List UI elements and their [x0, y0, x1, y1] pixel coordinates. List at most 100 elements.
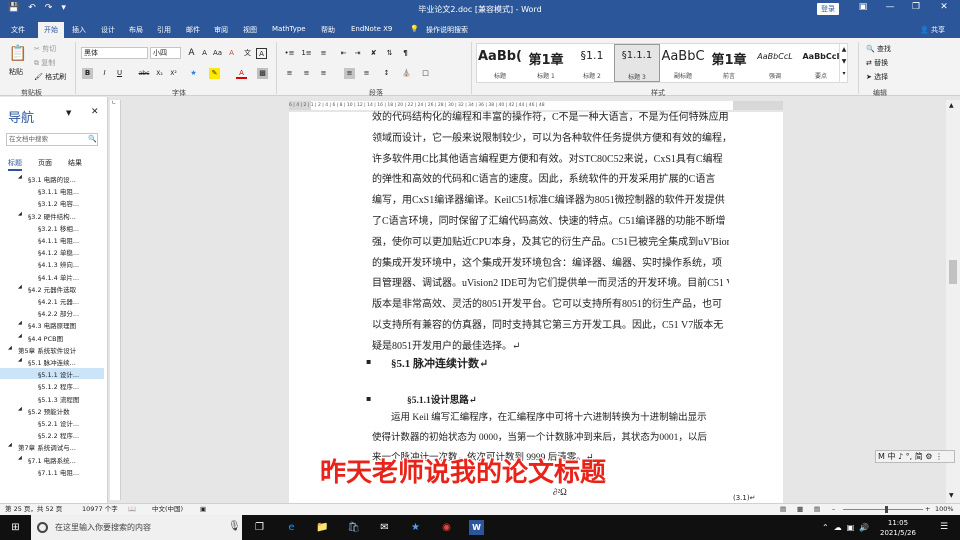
- style-heading-3[interactable]: §1.1.1 标题 3: [614, 44, 660, 82]
- select-button[interactable]: ➤ 选择: [866, 72, 888, 82]
- char-border-button[interactable]: A: [256, 48, 267, 59]
- proofing-icon[interactable]: 📖: [128, 504, 136, 515]
- numbering-icon[interactable]: 1≡: [301, 48, 312, 59]
- find-button[interactable]: 🔍 查找: [866, 44, 891, 54]
- align-left-icon[interactable]: ≡: [284, 68, 295, 79]
- store-icon[interactable]: 🛍: [346, 520, 361, 535]
- nav-heading-item[interactable]: §4.1.3 辨向...: [0, 258, 104, 269]
- expand-triangle-icon[interactable]: ◢: [18, 284, 22, 290]
- nav-heading-item[interactable]: §3.1.2 电容...: [0, 197, 104, 208]
- copy-button[interactable]: ⧉ 复制: [34, 58, 55, 68]
- edge-icon[interactable]: e: [284, 520, 299, 535]
- show-marks-icon[interactable]: ¶: [400, 48, 411, 59]
- search-icon[interactable]: 🔍: [88, 135, 97, 143]
- style-heading-1[interactable]: 第1章 标题 1: [523, 44, 569, 82]
- font-size-combo[interactable]: 小四: [150, 47, 181, 59]
- tell-me-search[interactable]: 操作说明搜索: [426, 25, 468, 35]
- tray-icons[interactable]: ⌃☁▣🔊: [822, 523, 874, 532]
- grow-font-button[interactable]: A: [186, 48, 197, 59]
- zoom-level[interactable]: 100%: [935, 504, 954, 515]
- change-case-button[interactable]: Aa: [212, 48, 223, 59]
- nav-heading-item[interactable]: §5.1.1 设计...: [0, 368, 104, 380]
- expand-triangle-icon[interactable]: ◢: [18, 211, 22, 217]
- expand-triangle-icon[interactable]: ◢: [18, 406, 22, 412]
- nav-heading-item[interactable]: ◢ 第7章 系统调试与...: [0, 441, 104, 452]
- style-title[interactable]: AaBb(标题: [477, 44, 523, 82]
- style-emphasis[interactable]: AaBbCcL 强调: [752, 44, 798, 82]
- login-button[interactable]: 登录: [817, 3, 839, 15]
- shrink-font-button[interactable]: A: [199, 48, 210, 59]
- tab-review[interactable]: 审阅: [214, 25, 228, 35]
- replace-button[interactable]: ⇄ 替换: [866, 58, 888, 68]
- bullets-icon[interactable]: •≡: [284, 48, 295, 59]
- scroll-up-icon[interactable]: ▲: [949, 102, 954, 109]
- style-subtitle[interactable]: AaBbC 副标题: [660, 44, 706, 82]
- zoom-slider[interactable]: [843, 509, 923, 510]
- shading-paint-icon[interactable]: ⛪: [401, 68, 412, 79]
- expand-triangle-icon[interactable]: ◢: [18, 320, 22, 326]
- nav-heading-item[interactable]: ◢ §3.2 硬件结构...: [0, 210, 104, 221]
- nav-heading-item[interactable]: ◢ §3.1 电路的设...: [0, 173, 104, 184]
- borders-icon[interactable]: □: [420, 68, 431, 79]
- tab-help[interactable]: 帮助: [321, 25, 335, 35]
- language[interactable]: 中文(中国): [152, 504, 183, 515]
- expand-triangle-icon[interactable]: ◢: [18, 455, 22, 461]
- expand-triangle-icon[interactable]: ◢: [8, 442, 12, 448]
- char-shading-button[interactable]: ▩: [257, 68, 268, 79]
- nav-heading-item[interactable]: ◢ §7.1 电路系统...: [0, 454, 104, 465]
- clock[interactable]: 11:05 2021/5/26: [880, 518, 916, 538]
- phonetic-guide-button[interactable]: 文: [242, 48, 253, 59]
- nav-heading-item[interactable]: §5.2.1 设计...: [0, 417, 104, 428]
- tab-home[interactable]: 开始: [38, 22, 64, 38]
- expand-triangle-icon[interactable]: ◢: [18, 174, 22, 180]
- minimize-icon[interactable]: —: [880, 2, 900, 12]
- nav-heading-item[interactable]: §4.2.2 部分...: [0, 307, 104, 318]
- underline-button[interactable]: U: [114, 68, 125, 79]
- taskbar-search-input[interactable]: 在这里输入你要搜索的内容: [31, 515, 242, 540]
- align-center-icon[interactable]: ≡: [301, 68, 312, 79]
- zoom-thumb[interactable]: [885, 506, 888, 513]
- format-painter-button[interactable]: 🖌 格式刷: [34, 72, 66, 82]
- cut-button[interactable]: ✂ 剪切: [34, 44, 56, 54]
- document-page[interactable]: 效的代码结构化的编程和丰富的操作符，C不是一种大语言，不是为任何特殊应用 领域而…: [289, 112, 783, 504]
- increase-indent-icon[interactable]: ⇥: [352, 48, 363, 59]
- styles-scroll[interactable]: ▲ ▼ ▾: [839, 44, 848, 82]
- expand-triangle-icon[interactable]: ◢: [8, 345, 12, 351]
- tab-file[interactable]: 文件: [11, 25, 25, 35]
- nav-heading-item[interactable]: §4.2.1 元器...: [0, 295, 104, 306]
- paste-button[interactable]: 粘贴: [9, 67, 23, 77]
- nav-search-input[interactable]: 在文档中搜索: [6, 133, 98, 146]
- web-layout-icon[interactable]: ▤: [814, 504, 820, 515]
- clear-format-button[interactable]: A: [226, 48, 237, 59]
- nav-heading-item[interactable]: §4.1.4 单片...: [0, 271, 104, 282]
- task-view-icon[interactable]: ❐: [252, 520, 267, 535]
- nav-heading-item[interactable]: ◢ §5.1 脉冲连续...: [0, 356, 104, 367]
- nav-heading-item[interactable]: ◢ §5.2 预能计数: [0, 405, 104, 416]
- bold-button[interactable]: B: [82, 68, 93, 79]
- nav-heading-item[interactable]: ◢ §4.3 电路原理图: [0, 319, 104, 330]
- text-effects-button[interactable]: ★: [188, 68, 199, 79]
- paste-icon[interactable]: 📋: [8, 44, 28, 66]
- scroll-down-icon[interactable]: ▼: [949, 492, 954, 499]
- tab-selector-icon[interactable]: ∟: [112, 100, 118, 108]
- read-mode-icon[interactable]: ▤: [780, 504, 786, 515]
- nav-tab-results[interactable]: 结果: [68, 158, 82, 168]
- nav-heading-item[interactable]: §4.1.1 电阻...: [0, 234, 104, 245]
- expand-triangle-icon[interactable]: ◢: [18, 357, 22, 363]
- superscript-button[interactable]: X²: [168, 68, 179, 79]
- line-spacing-icon[interactable]: ↕: [381, 68, 392, 79]
- style-heading-2[interactable]: §1.1 标题 2: [569, 44, 615, 82]
- chrome-icon[interactable]: ◉: [439, 520, 454, 535]
- sort-icon[interactable]: ⇅: [384, 48, 395, 59]
- share-button[interactable]: 👤 共享: [920, 25, 945, 35]
- font-name-combo[interactable]: 黑体: [81, 47, 148, 59]
- nav-options-icon[interactable]: ▼: [66, 109, 71, 117]
- decrease-indent-icon[interactable]: ⇤: [338, 48, 349, 59]
- nav-close-icon[interactable]: ✕: [91, 107, 99, 117]
- file-explorer-icon[interactable]: 📁: [315, 520, 330, 535]
- tab-mailings[interactable]: 邮件: [186, 25, 200, 35]
- ime-toolbar[interactable]: M 中 ♪ °, 简 ⚙ ⋮: [875, 450, 955, 463]
- ribbon-display-icon[interactable]: ▣: [853, 2, 873, 12]
- nav-tab-headings[interactable]: 标题: [8, 158, 22, 171]
- macro-icon[interactable]: ▣: [200, 504, 206, 515]
